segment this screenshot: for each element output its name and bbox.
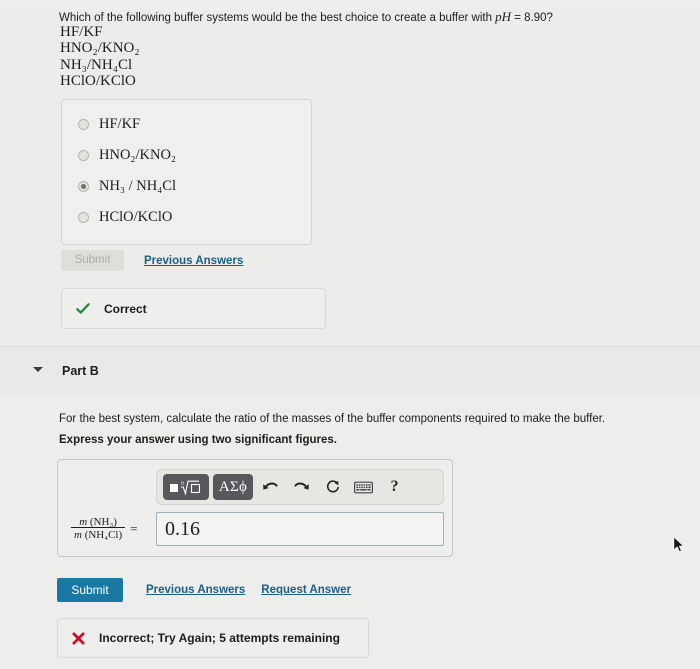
part-a-section: Which of the following buffer systems wo… (0, 0, 700, 329)
answer-options-panel: HF/KF HNO₂/KNO₂ NH₃ / NH₄Cl HClO/KClO (61, 99, 312, 245)
part-a-feedback-text: Correct (104, 301, 147, 316)
help-button[interactable]: ? (381, 474, 408, 500)
reset-button[interactable] (319, 474, 346, 500)
option-label-1: HF/KF (99, 115, 141, 132)
prompt-text-prefix: Which of the following buffer systems wo… (59, 12, 496, 24)
part-a-action-row: Submit Previous Answers (61, 250, 243, 271)
part-b-feedback-incorrect: Incorrect; Try Again; 5 attempts remaini… (57, 618, 369, 658)
option-label-4: HClO/KClO (99, 208, 173, 225)
x-icon (72, 631, 85, 645)
option-row-4[interactable]: HClO/KClO (78, 207, 172, 227)
radio-button-4[interactable] (78, 211, 89, 223)
undo-button[interactable] (257, 474, 284, 500)
radio-button-3[interactable] (78, 180, 89, 192)
redo-button[interactable] (288, 474, 315, 500)
answer-input[interactable] (156, 512, 444, 546)
part-b-instruction-text: Express your answer using two significan… (59, 434, 337, 446)
part-b-title: Part B (62, 364, 99, 378)
option-label-2: HNO₂/KNO₂ (99, 146, 176, 163)
ph-value: = 8.90? (511, 12, 553, 24)
part-b-feedback-text: Incorrect; Try Again; 5 attempts remaini… (99, 631, 340, 645)
question-prompt: Which of the following buffer systems wo… (59, 10, 659, 25)
ph-symbol: pH (495, 9, 512, 24)
chevron-down-icon[interactable] (33, 367, 43, 372)
keyboard-button[interactable] (350, 474, 377, 500)
formula-item-2: HNO₂/KNO₂ (60, 40, 140, 57)
part-b-question-text: For the best system, calculate the ratio… (59, 413, 606, 425)
fraction-denominator: m (NH₄Cl) (71, 527, 126, 541)
keyboard-icon (354, 481, 373, 493)
formula-item-3: NH₃/NH₄Cl (60, 56, 133, 73)
math-template-icon: n (170, 481, 201, 496)
radio-button-1[interactable] (78, 118, 89, 130)
math-template-button[interactable]: n (163, 474, 209, 500)
option-row-2[interactable]: HNO₂/KNO₂ (78, 145, 176, 165)
math-toolbar: n ΑΣϕ ? (156, 469, 444, 505)
denominator-m-symbol: m (74, 529, 82, 541)
option-row-3[interactable]: NH₃ / NH₄Cl (78, 176, 176, 196)
ratio-expression-label: m (NH₃) m (NH₄Cl) = (71, 516, 138, 542)
option-row-1[interactable]: HF/KF (78, 114, 140, 134)
svg-text:n: n (181, 481, 184, 487)
greek-symbols-button[interactable]: ΑΣϕ (213, 474, 253, 500)
part-a-previous-answers-link[interactable]: Previous Answers (144, 255, 243, 267)
request-answer-link[interactable]: Request Answer (261, 584, 351, 596)
option-label-3: NH₃ / NH₄Cl (99, 177, 176, 194)
part-a-feedback-correct: Correct (61, 288, 326, 329)
answer-entry-widget: n ΑΣϕ ? m (NH₃) m (NH₄Cl) = 0.16 (57, 459, 453, 557)
part-b-previous-answers-link[interactable]: Previous Answers (146, 584, 245, 596)
formula-list: HF/KF HNO₂/KNO₂ NH₃/NH₄Cl HClO/KClO (60, 24, 140, 90)
check-icon (76, 302, 90, 314)
mass-ratio-fraction: m (NH₃) m (NH₄Cl) (71, 516, 126, 542)
formula-item-4: HClO/KClO (60, 73, 136, 90)
reset-circular-arrow-icon (326, 480, 339, 493)
radio-button-2[interactable] (78, 149, 89, 161)
part-b-action-row: Submit Previous Answers Request Answer (57, 578, 351, 602)
redo-icon (294, 481, 309, 490)
equals-sign: = (130, 521, 138, 536)
part-b-submit-button[interactable]: Submit (57, 578, 123, 602)
part-b-header[interactable] (0, 347, 700, 395)
part-a-submit-button[interactable]: Submit (61, 250, 124, 271)
denominator-species: (NH₄Cl) (84, 529, 123, 541)
undo-icon (263, 481, 278, 490)
mouse-cursor (673, 536, 685, 553)
formula-item-1: HF/KF (60, 24, 103, 40)
